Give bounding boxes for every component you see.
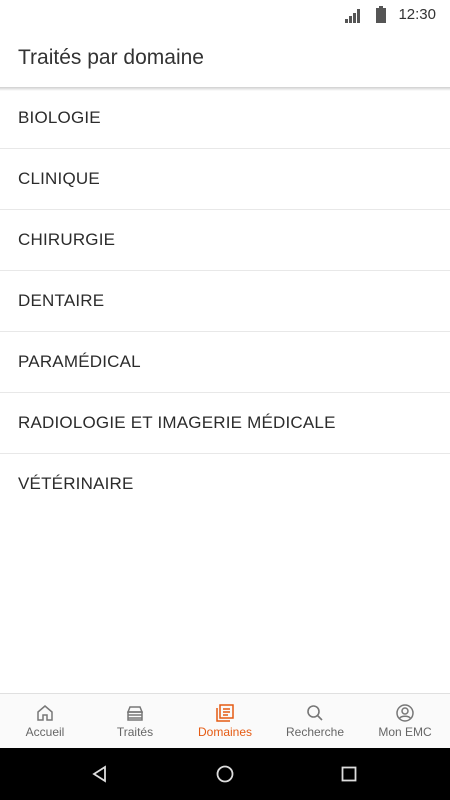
domains-icon: [216, 704, 234, 722]
system-nav-bar: [0, 748, 450, 800]
status-time: 12:30: [398, 6, 436, 23]
status-bar: 12:30: [0, 0, 450, 30]
domain-item-biologie[interactable]: BIOLOGIE: [0, 88, 450, 149]
recents-icon[interactable]: [339, 764, 359, 784]
domain-label: VÉTÉRINAIRE: [18, 474, 134, 493]
domain-item-clinique[interactable]: CLINIQUE: [0, 149, 450, 210]
domain-list: BIOLOGIE CLINIQUE CHIRURGIE DENTAIRE PAR…: [0, 88, 450, 514]
battery-icon: [376, 6, 386, 23]
account-icon: [396, 704, 414, 722]
domain-label: BIOLOGIE: [18, 108, 101, 127]
home-icon: [37, 705, 53, 721]
search-icon: [307, 705, 323, 721]
tab-label: Mon EMC: [378, 725, 432, 739]
domain-label: CLINIQUE: [18, 169, 100, 188]
tab-recherche[interactable]: Recherche: [270, 694, 360, 749]
domain-item-paramedical[interactable]: PARAMÉDICAL: [0, 332, 450, 393]
domain-item-veterinaire[interactable]: VÉTÉRINAIRE: [0, 454, 450, 514]
tab-domaines[interactable]: Domaines: [180, 694, 270, 749]
page-title: Traités par domaine: [18, 46, 204, 69]
domain-label: DENTAIRE: [18, 291, 105, 310]
back-icon[interactable]: [90, 764, 110, 784]
tab-accueil[interactable]: Accueil: [0, 694, 90, 749]
tab-label: Accueil: [25, 725, 65, 739]
app-bar: Traités par domaine: [0, 30, 450, 87]
tab-label: Recherche: [285, 725, 345, 739]
home-nav-icon[interactable]: [215, 764, 235, 784]
tab-mon-emc[interactable]: Mon EMC: [360, 694, 450, 749]
books-icon: [126, 706, 144, 721]
domain-label: CHIRURGIE: [18, 230, 116, 249]
tab-label: Domaines: [197, 725, 253, 739]
domain-label: PARAMÉDICAL: [18, 352, 141, 371]
signal-icon: [345, 9, 360, 23]
domain-item-radiologie[interactable]: RADIOLOGIE ET IMAGERIE MÉDICALE: [0, 393, 450, 454]
domain-label: RADIOLOGIE ET IMAGERIE MÉDICALE: [18, 413, 336, 432]
domain-item-chirurgie[interactable]: CHIRURGIE: [0, 210, 450, 271]
tab-label: Traités: [116, 725, 154, 739]
domain-item-dentaire[interactable]: DENTAIRE: [0, 271, 450, 332]
bottom-tab-bar: Accueil Traités Domaines Recherche Mon E…: [0, 693, 450, 749]
tab-traites[interactable]: Traités: [90, 694, 180, 749]
